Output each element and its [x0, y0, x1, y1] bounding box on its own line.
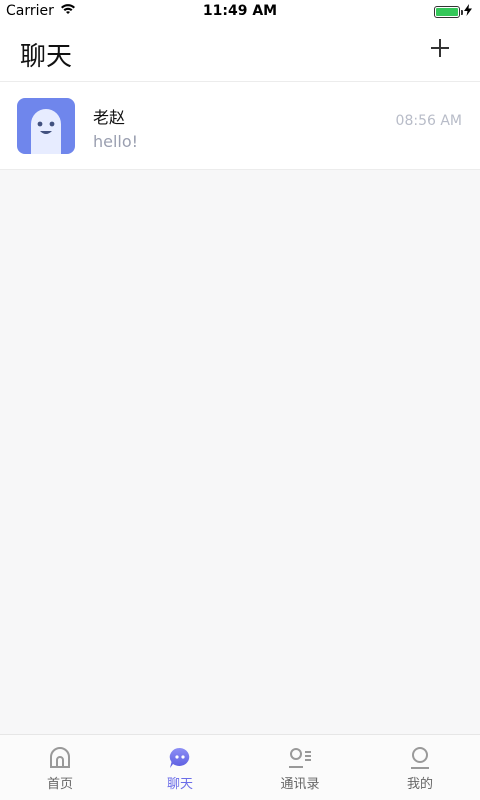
tab-home[interactable]: 首页	[0, 735, 120, 800]
chat-list-item[interactable]: 老赵 hello! 08:56 AM	[0, 82, 480, 170]
profile-icon	[411, 747, 429, 769]
tab-home-label: 首页	[46, 777, 73, 792]
tab-bar: 首页 聊天 通讯录 我的	[0, 734, 480, 800]
add-button[interactable]	[428, 36, 452, 60]
battery-fill	[436, 8, 458, 16]
tab-profile-label: 我的	[406, 777, 433, 792]
chat-list: 老赵 hello! 08:56 AM	[0, 82, 480, 170]
chat-preview: hello!	[93, 132, 139, 151]
battery-tip	[461, 10, 463, 15]
tab-contacts[interactable]: 通讯录	[240, 735, 360, 800]
tab-profile[interactable]: 我的	[360, 735, 480, 800]
header: 聊天	[0, 22, 480, 82]
home-icon	[50, 747, 70, 768]
battery-icon	[434, 6, 463, 18]
chat-name: 老赵	[93, 108, 126, 127]
contacts-icon	[289, 748, 311, 768]
charging-bolt-icon	[464, 4, 472, 20]
ghost-avatar-icon	[17, 98, 75, 154]
tab-chat-label: 聊天	[166, 777, 193, 792]
status-right	[434, 4, 472, 20]
tab-contacts-label: 通讯录	[280, 777, 320, 792]
status-bar: Carrier 11:49 AM	[0, 0, 480, 22]
chat-time: 08:56 AM	[395, 113, 462, 129]
chat-bubble-icon	[169, 747, 190, 768]
page-title: 聊天	[20, 42, 73, 72]
plus-icon	[431, 39, 449, 57]
status-time: 11:49 AM	[202, 3, 278, 19]
tab-chat[interactable]: 聊天	[120, 735, 240, 800]
